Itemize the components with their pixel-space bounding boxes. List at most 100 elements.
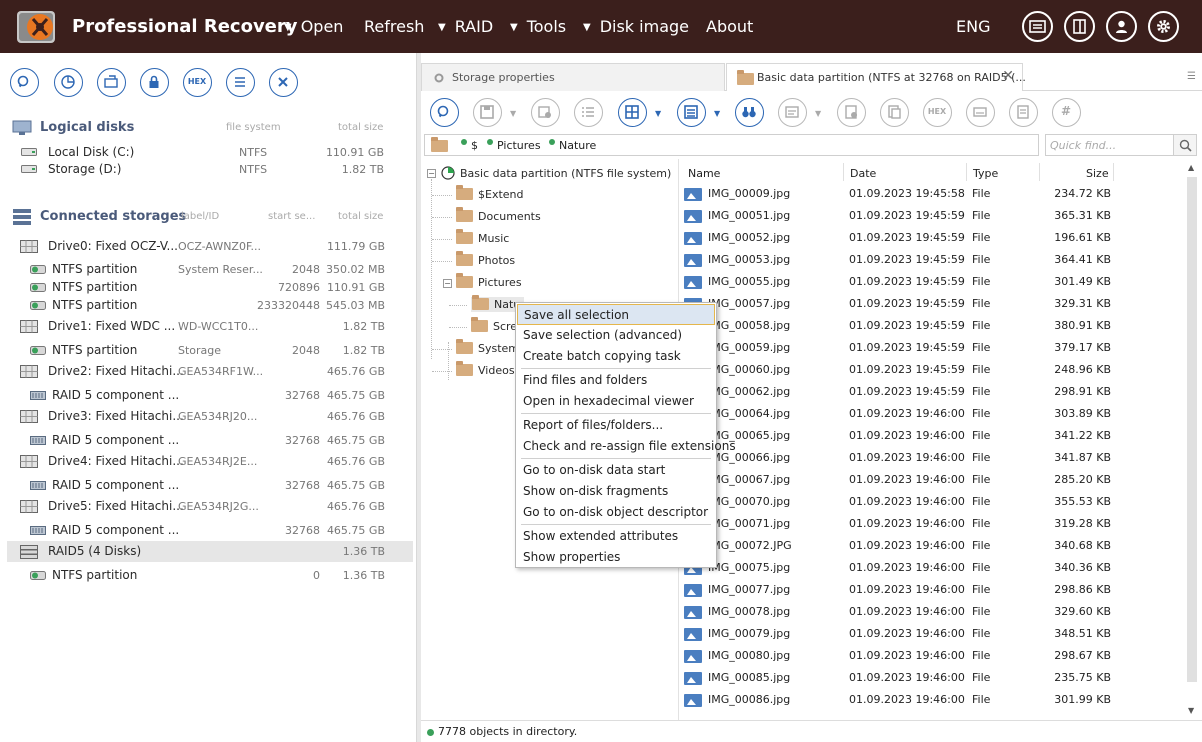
context-menu-item[interactable]: Show extended attributes <box>517 526 715 547</box>
partition-row[interactable]: RAID 5 component ... 32768 465.75 GB <box>7 475 413 496</box>
search-button[interactable] <box>430 98 459 127</box>
hex-viewer-button[interactable]: HEX <box>183 68 212 97</box>
file-row[interactable]: IMG_00060.jpg 01.09.2023 19:45:59 File 248.… <box>680 359 1183 381</box>
tree-folder-documents[interactable]: Documents <box>456 207 541 223</box>
view-mode-button[interactable] <box>618 98 647 127</box>
quick-find-input[interactable]: Quick find... <box>1045 134 1175 156</box>
storage-row[interactable]: Drive0: Fixed OCZ-V... OCZ-AWNZ0F... 111.7… <box>7 236 413 257</box>
scan-button[interactable] <box>54 68 83 97</box>
storage-row[interactable]: RAID5 (4 Disks) 1.36 TB <box>7 541 413 562</box>
scroll-thumb[interactable] <box>1187 177 1197 682</box>
tree-folder-extend[interactable]: $Extend <box>456 185 524 201</box>
properties-list-button[interactable] <box>226 68 255 97</box>
file-row[interactable]: IMG_00052.jpg 01.09.2023 19:45:59 File 196.… <box>680 227 1183 249</box>
open-image-button[interactable] <box>97 68 126 97</box>
find-button[interactable] <box>735 98 764 127</box>
descriptor-button[interactable]: # <box>1052 98 1081 127</box>
tree-collapse-icon[interactable]: − <box>443 279 452 288</box>
tab-storage-properties[interactable]: Storage properties <box>421 63 725 91</box>
context-menu-item[interactable]: Check and re-assign file extensions <box>517 436 736 457</box>
search-storage-button[interactable] <box>10 68 39 97</box>
details-dropdown-icon[interactable]: ▼ <box>714 109 720 118</box>
report-button[interactable] <box>837 98 866 127</box>
copy-button[interactable] <box>880 98 909 127</box>
menu-refresh[interactable]: Refresh <box>364 17 424 36</box>
settings-button[interactable] <box>1148 11 1179 42</box>
breadcrumb-item[interactable]: Pictures <box>497 139 541 152</box>
partition-row[interactable]: RAID 5 component ... 32768 465.75 GB <box>7 385 413 406</box>
view-dropdown-icon[interactable]: ▼ <box>655 109 661 118</box>
preview-dropdown-icon[interactable]: ▼ <box>815 109 821 118</box>
tree-folder-pictures[interactable]: Pictures <box>456 273 522 289</box>
file-row[interactable]: IMG_00062.jpg 01.09.2023 19:45:59 File 298.… <box>680 381 1183 403</box>
file-row[interactable]: IMG_00077.jpg 01.09.2023 19:46:00 File 298.… <box>680 579 1183 601</box>
file-row[interactable]: IMG_00072.JPG 01.09.2023 19:46:00 File 340.… <box>680 535 1183 557</box>
col-size[interactable]: Size <box>1086 167 1109 180</box>
scroll-down-icon[interactable]: ▼ <box>1188 706 1194 715</box>
tree-folder-videos[interactable]: Videos <box>456 361 515 377</box>
fragments-button[interactable] <box>1009 98 1038 127</box>
file-row[interactable]: IMG_00067.jpg 01.09.2023 19:46:00 File 285.… <box>680 469 1183 491</box>
preview-button[interactable] <box>778 98 807 127</box>
logical-disk-row[interactable]: Storage (D:) NTFS 1.82 TB <box>0 159 414 180</box>
storage-row[interactable]: Drive1: Fixed WDC ... WD-WCC1T0... 1.82 TB <box>7 316 413 337</box>
file-row[interactable]: IMG_00055.jpg 01.09.2023 19:45:59 File 301.… <box>680 271 1183 293</box>
account-button[interactable] <box>1106 11 1137 42</box>
menu-tools[interactable]: ▼ Tools <box>510 17 566 36</box>
quick-find-button[interactable] <box>1173 134 1197 156</box>
file-row[interactable]: IMG_00051.jpg 01.09.2023 19:45:59 File 365.… <box>680 205 1183 227</box>
close-storage-button[interactable] <box>269 68 298 97</box>
context-menu-item[interactable]: Show properties <box>517 547 715 568</box>
tree-folder-music[interactable]: Music <box>456 229 509 245</box>
disk-button[interactable] <box>966 98 995 127</box>
storage-row[interactable]: Drive5: Fixed Hitachi... GEA534RJ2G... 465… <box>7 496 413 517</box>
tree-folder-screenshots[interactable]: Scre <box>471 317 517 333</box>
file-row[interactable]: IMG_00085.jpg 01.09.2023 19:46:00 File 235.… <box>680 667 1183 689</box>
tree-folder-system[interactable]: System <box>456 339 519 355</box>
tree-collapse-icon[interactable]: − <box>427 169 436 178</box>
context-menu-item[interactable]: Go to on-disk data start <box>517 460 715 481</box>
menu-disk-image[interactable]: ▼ Disk image <box>583 17 689 36</box>
context-menu-item[interactable]: Save all selection <box>517 304 715 325</box>
scroll-up-icon[interactable]: ▲ <box>1188 163 1194 172</box>
language-selector[interactable]: ENG <box>956 17 990 36</box>
encryption-button[interactable] <box>140 68 169 97</box>
tree-folder-photos[interactable]: Photos <box>456 251 515 267</box>
breadcrumb-item[interactable]: $ <box>471 139 478 152</box>
partition-row[interactable]: NTFS partition 0 1.36 TB <box>7 565 413 586</box>
log-button[interactable] <box>1022 11 1053 42</box>
file-row[interactable]: IMG_00053.jpg 01.09.2023 19:45:59 File 364.… <box>680 249 1183 271</box>
file-row[interactable]: IMG_00086.jpg 01.09.2023 19:46:00 File 301.… <box>680 689 1183 711</box>
panel-toggle-button[interactable] <box>1064 11 1095 42</box>
context-menu-item[interactable]: Save selection (advanced) <box>517 325 715 346</box>
context-menu-item[interactable]: Go to on-disk object descriptor <box>517 502 715 523</box>
file-row[interactable]: IMG_00066.jpg 01.09.2023 19:46:00 File 341.… <box>680 447 1183 469</box>
context-menu-item[interactable]: Open in hexadecimal viewer <box>517 391 715 412</box>
checklist-button[interactable] <box>574 98 603 127</box>
tab-list-dropdown-icon[interactable]: ☰ <box>1187 71 1196 82</box>
batch-button[interactable] <box>531 98 560 127</box>
file-row[interactable]: IMG_00057.jpg 01.09.2023 19:45:59 File 329.… <box>680 293 1183 315</box>
file-row[interactable]: IMG_00078.jpg 01.09.2023 19:46:00 File 329.… <box>680 601 1183 623</box>
context-menu-item[interactable]: Create batch copying task <box>517 346 715 367</box>
storage-row[interactable]: Drive4: Fixed Hitachi... GEA534RJ2E... 465… <box>7 451 413 472</box>
file-row[interactable]: IMG_00079.jpg 01.09.2023 19:46:00 File 348.… <box>680 623 1183 645</box>
col-date[interactable]: Date <box>850 167 876 180</box>
menu-raid[interactable]: ▼ RAID <box>438 17 493 36</box>
col-name[interactable]: Name <box>688 167 720 180</box>
save-button[interactable] <box>473 98 502 127</box>
tab-partition[interactable]: Basic data partition (NTFS at 32768 on R… <box>726 63 1026 91</box>
file-row[interactable]: IMG_00064.jpg 01.09.2023 19:46:00 File 303.… <box>680 403 1183 425</box>
details-view-button[interactable] <box>677 98 706 127</box>
file-row[interactable]: IMG_00009.jpg 01.09.2023 19:45:58 File 234.… <box>680 183 1183 205</box>
storage-row[interactable]: Drive3: Fixed Hitachi... GEA534RJ20... 465… <box>7 406 413 427</box>
file-row[interactable]: IMG_00080.jpg 01.09.2023 19:46:00 File 298.… <box>680 645 1183 667</box>
file-row[interactable]: IMG_00075.jpg 01.09.2023 19:46:00 File 340.… <box>680 557 1183 579</box>
menu-open[interactable]: ▼ Open <box>284 17 343 36</box>
file-row[interactable]: IMG_00058.jpg 01.09.2023 19:45:59 File 380.… <box>680 315 1183 337</box>
context-menu-item[interactable]: Find files and folders <box>517 370 715 391</box>
hex-button[interactable]: HEX <box>923 98 952 127</box>
menu-about[interactable]: About <box>706 17 753 36</box>
partition-row[interactable]: NTFS partition 233320448 545.03 MB <box>7 295 413 316</box>
file-row[interactable]: IMG_00070.jpg 01.09.2023 19:46:00 File 355.… <box>680 491 1183 513</box>
